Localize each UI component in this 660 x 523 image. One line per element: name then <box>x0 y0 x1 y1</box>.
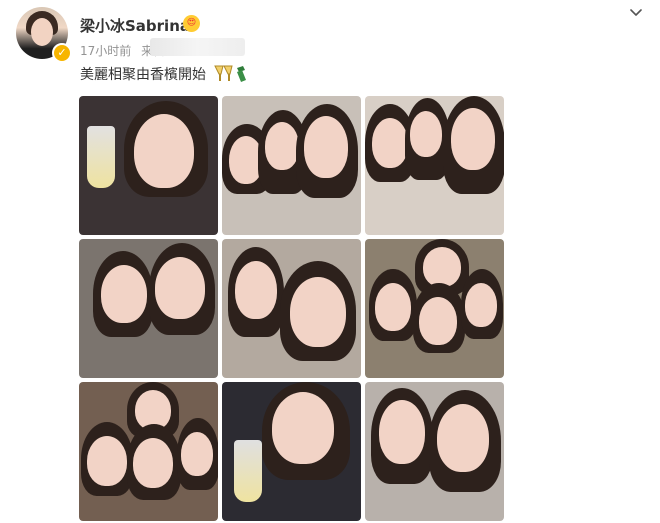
avatar-face <box>31 18 53 46</box>
cheers-champagne-icon <box>214 65 246 82</box>
photo-face <box>235 261 277 319</box>
photo-face <box>419 297 457 345</box>
photo-face <box>101 265 147 323</box>
photo-face <box>181 432 213 476</box>
photo-face <box>87 436 127 486</box>
photo-face <box>134 114 194 188</box>
chevron-down-icon[interactable] <box>629 6 643 20</box>
photo-face <box>423 247 461 287</box>
photo-9[interactable] <box>365 382 504 521</box>
photo-face <box>265 122 299 170</box>
photo-face <box>465 283 497 327</box>
photo-face <box>379 400 425 464</box>
photo-1[interactable] <box>79 96 218 235</box>
photo-face <box>133 438 173 488</box>
photo-face <box>155 257 205 319</box>
photo-face <box>272 392 334 464</box>
champagne-glass-icon <box>87 126 115 188</box>
photo-face <box>304 116 348 178</box>
username[interactable]: 梁小冰Sabrina <box>80 15 190 36</box>
photo-face <box>410 111 442 157</box>
photo-face <box>375 283 411 331</box>
photo-6[interactable] <box>365 239 504 378</box>
champagne-glass-icon <box>234 440 262 502</box>
weibo-post: ✓ 梁小冰Sabrina 😍 17小时前 来自 美麗相聚由香檳開始 <box>0 0 660 523</box>
photo-7[interactable] <box>79 382 218 521</box>
photo-grid <box>79 96 505 523</box>
source-blur <box>150 38 245 56</box>
photo-5[interactable] <box>222 239 361 378</box>
post-text: 美麗相聚由香檳開始 <box>80 67 206 83</box>
photo-face <box>290 277 346 347</box>
photo-face <box>372 118 408 168</box>
verified-badge: ✓ <box>52 43 72 63</box>
photo-face <box>437 404 489 472</box>
photo-8[interactable] <box>222 382 361 521</box>
photo-face <box>451 108 495 170</box>
photo-2[interactable] <box>222 96 361 235</box>
post-time[interactable]: 17小时前 <box>80 44 131 58</box>
heart-eyes-emoji-icon: 😍 <box>183 15 200 32</box>
photo-4[interactable] <box>79 239 218 378</box>
photo-3[interactable] <box>365 96 504 235</box>
